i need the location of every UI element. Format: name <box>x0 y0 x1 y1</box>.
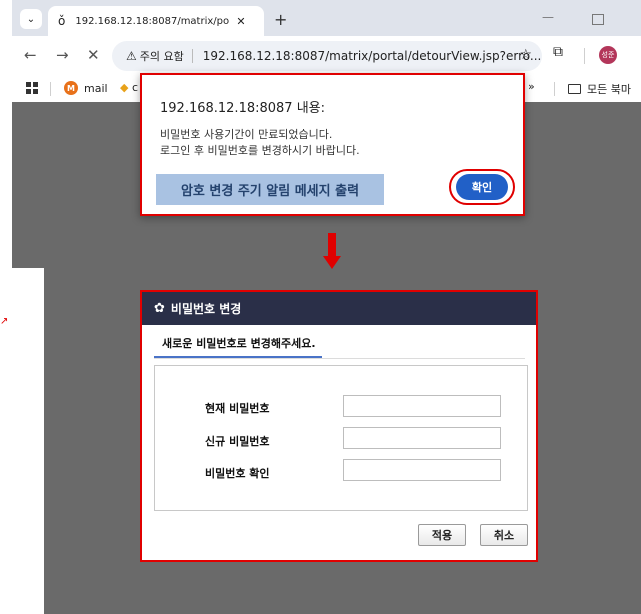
minimize-button[interactable]: — <box>542 10 554 24</box>
new-password-label: 신규 비밀번호 <box>205 435 270 448</box>
maximize-button[interactable] <box>592 14 604 25</box>
tab-title: 192.168.12.18:8087/matrix/por <box>75 15 231 27</box>
address-bar: ← → ✕ ⚠ 주의 요함 192.168.12.18:8087/matrix/… <box>12 36 641 76</box>
new-password-input[interactable] <box>343 427 501 449</box>
mail-icon: M <box>64 81 78 95</box>
confirm-password-input[interactable] <box>343 459 501 481</box>
divider <box>584 48 585 64</box>
tab-close-button[interactable]: ✕ <box>236 15 245 28</box>
browser-tab[interactable]: ǒ 192.168.12.18:8087/matrix/por ✕ <box>48 6 264 36</box>
confirm-password-label: 비밀번호 확인 <box>205 467 270 480</box>
arrow-icon: ↗ <box>0 316 9 327</box>
stop-button[interactable]: ✕ <box>87 46 100 64</box>
dialog-header: ✿ 비밀번호 변경 <box>142 292 536 325</box>
tab-search-button[interactable]: ⌄ <box>20 9 42 29</box>
bookmark-c[interactable]: ◆ c <box>120 81 138 94</box>
cancel-button[interactable]: 취소 <box>480 524 528 546</box>
back-button[interactable]: ← <box>24 46 37 64</box>
star-icon[interactable]: ☆ <box>519 47 532 63</box>
bookmark-icon: ◆ <box>120 81 129 94</box>
bookmark-label: mail <box>84 81 108 95</box>
alert-message-line: 비밀번호 사용기간이 만료되었습니다. <box>160 128 333 141</box>
annotation-label: 암호 변경 주기 알림 메세지 출력 <box>156 174 384 205</box>
warning-triangle-icon[interactable]: ⚠ <box>126 49 137 63</box>
divider <box>50 82 51 96</box>
omnibox[interactable]: ⚠ 주의 요함 192.168.12.18:8087/matrix/portal… <box>112 41 542 71</box>
apps-grid-icon[interactable] <box>26 82 38 94</box>
ok-button[interactable]: 확인 <box>456 174 508 200</box>
bookmark-label: 모든 북마 <box>587 83 631 96</box>
password-change-dialog: ✿ 비밀번호 변경 새로운 비밀번호로 변경해주세요. 현재 비밀번호 신규 비… <box>140 290 538 562</box>
down-arrow-icon <box>323 256 341 269</box>
bookmark-label: c <box>131 81 139 94</box>
security-status[interactable]: 주의 요함 <box>140 48 184 64</box>
bookmark-mail[interactable]: M mail <box>64 81 108 95</box>
folder-icon <box>568 84 581 94</box>
tab-new-password[interactable]: 새로운 비밀번호로 변경해주세요. <box>154 330 322 358</box>
url-text[interactable]: 192.168.12.18:8087/matrix/portal/detourV… <box>203 49 542 63</box>
divider <box>554 82 555 96</box>
gear-icon: ✿ <box>154 301 165 316</box>
alert-title: 192.168.12.18:8087 내용: <box>160 101 326 116</box>
dialog-title: 비밀번호 변경 <box>170 302 242 316</box>
alert-message-line: 로그인 후 비밀번호를 변경하시기 바랍니다. <box>160 144 360 157</box>
current-password-label: 현재 비밀번호 <box>205 402 270 415</box>
highlight-ring: 확인 <box>449 169 515 205</box>
apply-button[interactable]: 적용 <box>418 524 466 546</box>
profile-avatar[interactable]: 성준 <box>599 46 617 64</box>
alert-dialog: 192.168.12.18:8087 내용: 비밀번호 사용기간이 만료되었습니… <box>140 73 525 216</box>
current-password-input[interactable] <box>343 395 501 417</box>
extensions-icon[interactable]: ⧉ <box>553 44 563 60</box>
new-tab-button[interactable]: + <box>274 10 287 29</box>
password-form: 현재 비밀번호 신규 비밀번호 비밀번호 확인 <box>154 365 528 511</box>
chevron-down-icon: ⌄ <box>26 13 36 25</box>
tab-bar: ⌄ ǒ 192.168.12.18:8087/matrix/por ✕ + — <box>12 0 641 36</box>
loading-icon: ǒ <box>58 14 66 28</box>
divider <box>154 358 525 359</box>
all-bookmarks-folder[interactable]: 모든 북마 <box>568 81 631 97</box>
divider <box>191 49 193 63</box>
bookmarks-overflow-button[interactable]: » <box>528 80 535 93</box>
forward-button[interactable]: → <box>56 46 69 64</box>
